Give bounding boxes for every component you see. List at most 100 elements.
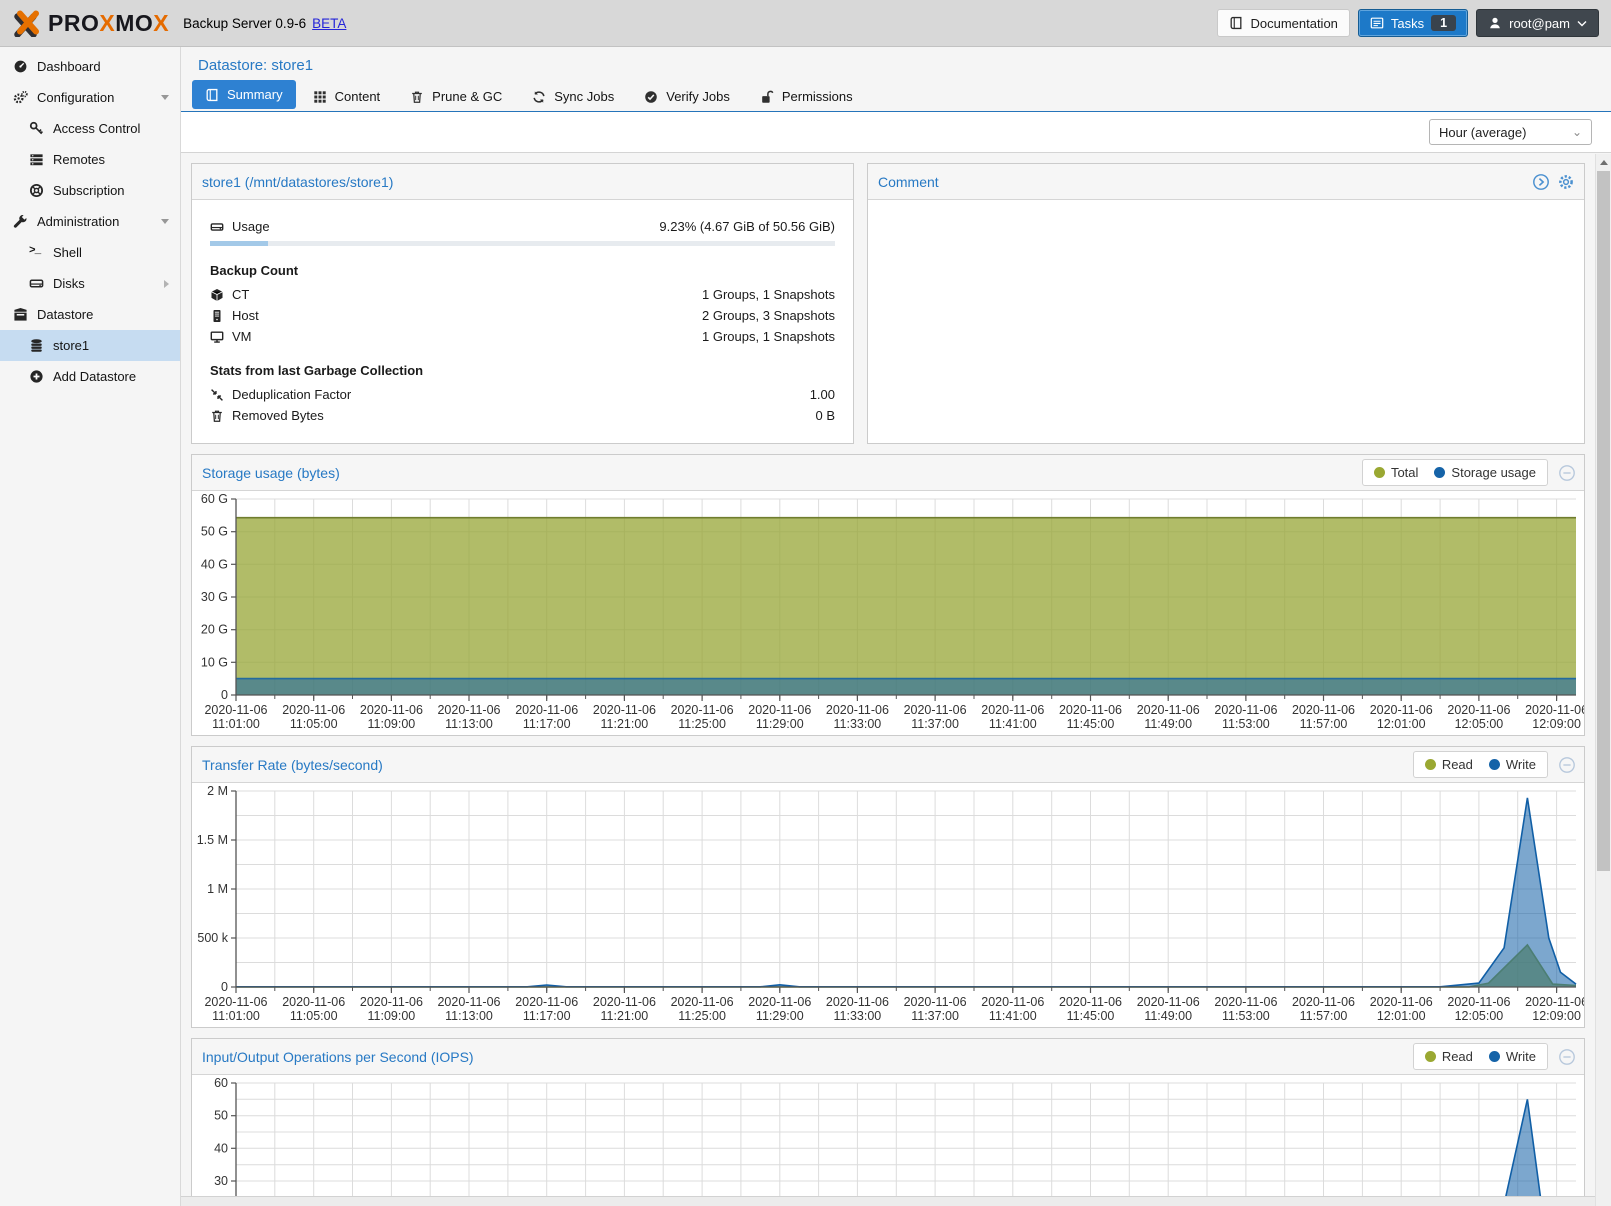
hdd-icon bbox=[210, 220, 224, 234]
svg-text:2020-11-06: 2020-11-06 bbox=[1292, 703, 1355, 717]
tasks-button[interactable]: Tasks 1 bbox=[1358, 9, 1468, 37]
legend-item-read[interactable]: Read bbox=[1425, 1049, 1473, 1064]
app-header: PROXMOX Backup Server 0.9-6 BETA Documen… bbox=[0, 0, 1611, 47]
tab-permissions[interactable]: Permissions bbox=[747, 82, 866, 111]
svg-text:20 G: 20 G bbox=[201, 623, 228, 637]
svg-text:11:09:00: 11:09:00 bbox=[368, 717, 416, 731]
time-range-select[interactable]: Hour (average) ⌄ bbox=[1429, 119, 1592, 145]
sidebar-item-access-control[interactable]: Access Control bbox=[0, 113, 180, 144]
remotes-icon bbox=[29, 152, 44, 167]
svg-text:2020-11-06: 2020-11-06 bbox=[1137, 995, 1200, 1009]
grid-icon bbox=[313, 90, 327, 104]
svg-text:11:09:00: 11:09:00 bbox=[368, 1009, 416, 1023]
svg-text:11:29:00: 11:29:00 bbox=[756, 717, 804, 731]
tab-content[interactable]: Content bbox=[300, 82, 394, 111]
proxmox-logo: PROXMOX bbox=[12, 9, 169, 37]
sidebar-item-subscription[interactable]: Subscription bbox=[0, 175, 180, 206]
svg-text:2020-11-06: 2020-11-06 bbox=[1292, 995, 1355, 1009]
svg-text:11:41:00: 11:41:00 bbox=[989, 717, 1037, 731]
svg-text:11:01:00: 11:01:00 bbox=[212, 1009, 260, 1023]
key-icon bbox=[29, 121, 44, 136]
page-title: Datastore: store1 bbox=[198, 57, 313, 74]
sidebar-item-administration[interactable]: Administration bbox=[0, 206, 180, 237]
svg-text:11:17:00: 11:17:00 bbox=[523, 717, 571, 731]
svg-text:12:01:00: 12:01:00 bbox=[1377, 717, 1426, 731]
svg-text:2020-11-06: 2020-11-06 bbox=[826, 703, 889, 717]
minus-circle-icon[interactable] bbox=[1558, 1048, 1576, 1066]
tasks-count-badge: 1 bbox=[1431, 15, 1456, 31]
svg-text:11:49:00: 11:49:00 bbox=[1144, 1009, 1192, 1023]
legend-item-write[interactable]: Write bbox=[1489, 757, 1536, 772]
legend-item-total[interactable]: Total bbox=[1374, 465, 1418, 480]
scroll-up-arrow-icon[interactable] bbox=[1596, 154, 1611, 170]
svg-text:11:33:00: 11:33:00 bbox=[834, 717, 882, 731]
collapse-caret-icon[interactable] bbox=[161, 219, 169, 224]
svg-text:2020-11-06: 2020-11-06 bbox=[204, 995, 267, 1009]
sidebar-item-remotes[interactable]: Remotes bbox=[0, 144, 180, 175]
svg-text:2020-11-06: 2020-11-06 bbox=[981, 995, 1044, 1009]
svg-text:11:25:00: 11:25:00 bbox=[678, 1009, 726, 1023]
svg-text:50: 50 bbox=[214, 1109, 228, 1123]
sidebar-item-shell[interactable]: >_ Shell bbox=[0, 237, 180, 268]
user-menu-button[interactable]: root@pam bbox=[1476, 9, 1599, 37]
svg-text:60 G: 60 G bbox=[201, 492, 228, 506]
vertical-scrollbar[interactable] bbox=[1595, 154, 1611, 1206]
gear-icon[interactable] bbox=[1557, 173, 1575, 191]
tab-prune-gc[interactable]: Prune & GC bbox=[397, 82, 515, 111]
collapse-caret-icon[interactable] bbox=[161, 95, 169, 100]
svg-text:11:37:00: 11:37:00 bbox=[911, 1009, 959, 1023]
wrench-icon bbox=[13, 214, 28, 229]
sidebar-item-store1[interactable]: store1 bbox=[0, 330, 180, 361]
svg-text:2020-11-06: 2020-11-06 bbox=[515, 995, 578, 1009]
comment-body[interactable] bbox=[868, 200, 1584, 443]
minus-circle-icon[interactable] bbox=[1558, 464, 1576, 482]
transfer-rate-chart: 0500 k1 M1.5 M2 M2020-11-0611:01:002020-… bbox=[192, 783, 1584, 1027]
horizontal-scrollbar[interactable] bbox=[181, 1196, 1595, 1206]
svg-text:11:33:00: 11:33:00 bbox=[834, 1009, 882, 1023]
svg-text:0: 0 bbox=[221, 980, 228, 994]
usage-value: 9.23% (4.67 GiB of 50.56 GiB) bbox=[659, 219, 835, 234]
sidebar-item-dashboard[interactable]: Dashboard bbox=[0, 51, 180, 82]
play-circle-icon[interactable] bbox=[1532, 173, 1550, 191]
svg-text:2020-11-06: 2020-11-06 bbox=[1059, 995, 1122, 1009]
sidebar-item-configuration[interactable]: Configuration bbox=[0, 82, 180, 113]
user-icon bbox=[1488, 16, 1502, 30]
legend-item-read[interactable]: Read bbox=[1425, 757, 1473, 772]
svg-text:11:49:00: 11:49:00 bbox=[1144, 717, 1192, 731]
sidebar-item-disks[interactable]: Disks bbox=[0, 268, 180, 299]
svg-text:2020-11-06: 2020-11-06 bbox=[1059, 703, 1122, 717]
sync-icon bbox=[532, 90, 546, 104]
sidebar-item-add-datastore[interactable]: Add Datastore bbox=[0, 361, 180, 392]
minus-circle-icon[interactable] bbox=[1558, 756, 1576, 774]
svg-text:12:01:00: 12:01:00 bbox=[1377, 1009, 1426, 1023]
svg-text:40: 40 bbox=[214, 1141, 228, 1155]
svg-text:11:13:00: 11:13:00 bbox=[445, 1009, 493, 1023]
terminal-icon: >_ bbox=[29, 245, 44, 260]
legend-item-storage-usage[interactable]: Storage usage bbox=[1434, 465, 1536, 480]
beta-link[interactable]: BETA bbox=[312, 16, 346, 31]
chevron-down-icon bbox=[1577, 20, 1587, 27]
tab-summary[interactable]: Summary bbox=[192, 80, 296, 109]
svg-text:2020-11-06: 2020-11-06 bbox=[204, 703, 267, 717]
legend-item-write[interactable]: Write bbox=[1489, 1049, 1536, 1064]
svg-text:2020-11-06: 2020-11-06 bbox=[671, 703, 734, 717]
svg-text:2020-11-06: 2020-11-06 bbox=[360, 995, 423, 1009]
tab-sync-jobs[interactable]: Sync Jobs bbox=[519, 82, 627, 111]
legend-dot-icon bbox=[1489, 759, 1500, 770]
gc-stats-heading: Stats from last Garbage Collection bbox=[210, 363, 835, 378]
svg-text:2020-11-06: 2020-11-06 bbox=[593, 703, 656, 717]
svg-text:11:17:00: 11:17:00 bbox=[523, 1009, 571, 1023]
svg-text:2020-11-06: 2020-11-06 bbox=[282, 995, 345, 1009]
gears-icon bbox=[13, 90, 28, 105]
server-icon bbox=[210, 309, 224, 323]
sidebar-item-datastore[interactable]: Datastore bbox=[0, 299, 180, 330]
documentation-button[interactable]: Documentation bbox=[1217, 9, 1349, 37]
vertical-scrollbar-thumb[interactable] bbox=[1597, 171, 1610, 871]
transfer-rate-legend: Read Write bbox=[1413, 751, 1548, 778]
svg-text:2020-11-06: 2020-11-06 bbox=[748, 703, 811, 717]
expand-caret-icon[interactable] bbox=[164, 280, 169, 288]
legend-dot-icon bbox=[1425, 759, 1436, 770]
legend-dot-icon bbox=[1434, 467, 1445, 478]
svg-text:11:45:00: 11:45:00 bbox=[1067, 1009, 1115, 1023]
tab-verify-jobs[interactable]: Verify Jobs bbox=[631, 82, 743, 111]
